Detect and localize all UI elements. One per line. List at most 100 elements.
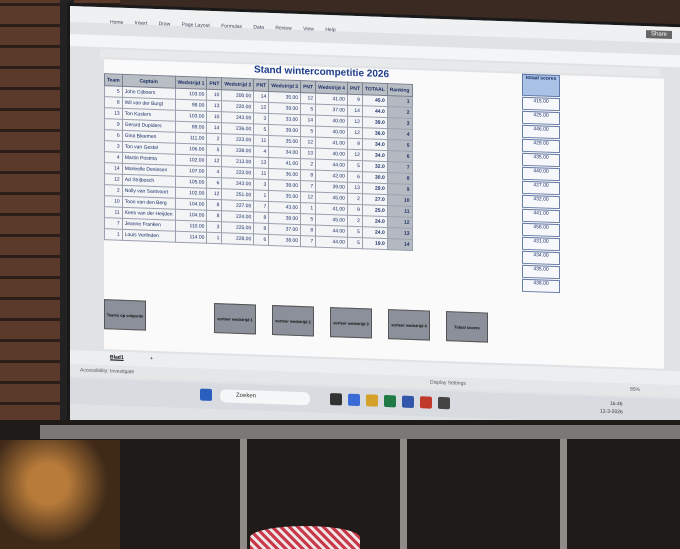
table-cell[interactable]: 14 xyxy=(387,238,412,251)
table-cell[interactable]: 13 xyxy=(104,107,123,120)
table-cell[interactable]: 24.0 xyxy=(362,226,388,239)
table-cell[interactable]: 12 xyxy=(387,216,412,229)
add-sheet-button[interactable]: + xyxy=(150,356,153,362)
share-button[interactable]: Share xyxy=(645,30,672,40)
score-cell[interactable]: 429.00 xyxy=(522,138,560,154)
table-cell[interactable]: Louis Verlinden xyxy=(122,229,176,243)
table-cell[interactable]: 29.0 xyxy=(362,182,388,195)
table-cell[interactable]: 9 xyxy=(347,204,363,216)
table-cell[interactable]: 6 xyxy=(387,150,412,163)
menu-formulas[interactable]: Formulas xyxy=(221,23,242,30)
table-cell[interactable]: 5 xyxy=(387,139,412,152)
chrome-icon[interactable] xyxy=(366,394,378,407)
table-cell[interactable]: 12 xyxy=(300,92,316,105)
table-cell[interactable]: 4 xyxy=(253,145,269,158)
menu-page-layout[interactable]: Page Layout xyxy=(182,22,210,29)
table-cell[interactable]: 8 xyxy=(206,199,222,211)
table-cell[interactable]: 1 xyxy=(387,95,412,108)
score-cell[interactable]: 435.00 xyxy=(522,152,560,168)
table-cell[interactable]: 36.0 xyxy=(362,127,388,140)
table-cell[interactable]: 10 xyxy=(206,111,222,123)
score-cell[interactable]: 435.00 xyxy=(522,264,560,280)
table-cell[interactable]: 44.00 xyxy=(315,236,348,249)
table-cell[interactable]: 12 xyxy=(206,155,222,167)
table-cell[interactable]: 27.0 xyxy=(362,193,388,206)
table-cell[interactable]: 45.0 xyxy=(362,94,388,107)
start-icon[interactable] xyxy=(200,388,212,401)
table-cell[interactable]: 38.00 xyxy=(268,234,301,247)
table-cell[interactable]: 5 xyxy=(300,125,316,138)
table-cell[interactable]: 8 xyxy=(206,210,222,222)
table-cell[interactable]: 7 xyxy=(387,161,412,174)
accessibility-status[interactable]: Accessibility: Investigate xyxy=(80,367,134,375)
table-cell[interactable]: 8 xyxy=(300,224,316,237)
table-cell[interactable]: 1 xyxy=(300,202,316,215)
table-cell[interactable]: 13 xyxy=(253,156,269,169)
settings-icon[interactable] xyxy=(438,396,450,410)
table-cell[interactable]: 30.0 xyxy=(362,171,388,184)
score-cell[interactable]: 458.00 xyxy=(522,222,560,238)
table-cell[interactable]: 2 xyxy=(300,158,316,171)
explorer-icon[interactable] xyxy=(348,393,360,407)
table-cell[interactable]: 3 xyxy=(253,178,269,191)
task-view-icon[interactable] xyxy=(330,393,342,406)
table-cell[interactable]: 5 xyxy=(347,226,363,238)
table-cell[interactable]: 5 xyxy=(300,213,316,226)
search-box[interactable]: Zoeken xyxy=(220,389,310,406)
table-cell[interactable]: 5 xyxy=(347,160,363,172)
table-cell[interactable]: 25.0 xyxy=(362,204,388,217)
table-cell[interactable]: 2 xyxy=(347,193,363,205)
table-cell[interactable]: 114.00 xyxy=(175,231,207,244)
table-cell[interactable]: 9 xyxy=(387,183,412,196)
table-cell[interactable]: 2 xyxy=(347,215,363,227)
score-cell[interactable]: 431.00 xyxy=(522,236,560,252)
table-cell[interactable]: 11 xyxy=(253,134,269,147)
score-cell[interactable]: 427.00 xyxy=(522,180,560,196)
table-cell[interactable]: 3 xyxy=(206,221,222,233)
table-cell[interactable]: 1 xyxy=(206,232,222,244)
table-cell[interactable]: 3 xyxy=(253,112,269,125)
tab-blad1[interactable]: Blad1 xyxy=(110,354,124,360)
table-cell[interactable]: 6 xyxy=(104,129,123,142)
table-cell[interactable]: 7 xyxy=(253,200,269,213)
table-cell[interactable]: 13 xyxy=(387,227,412,240)
menu-insert[interactable]: Insert xyxy=(135,20,148,26)
table-cell[interactable]: 12 xyxy=(347,116,363,128)
menu-home[interactable]: Home xyxy=(110,19,123,25)
menu-review[interactable]: Review xyxy=(275,25,291,32)
table-cell[interactable]: 12 xyxy=(347,127,363,139)
table-cell[interactable]: 39.0 xyxy=(362,116,388,129)
table-cell[interactable]: 12 xyxy=(206,188,222,200)
table-cell[interactable]: 8 xyxy=(253,222,269,235)
table-cell[interactable]: 19.0 xyxy=(362,237,388,250)
table-cell[interactable]: 3 xyxy=(104,140,123,153)
score-cell[interactable]: 441.00 xyxy=(522,208,560,224)
sort-button[interactable]: sorteer wedstrijd 2 xyxy=(272,305,314,337)
table-cell[interactable]: 14 xyxy=(104,162,123,175)
score-cell[interactable]: 434.00 xyxy=(522,250,560,266)
table-cell[interactable]: 34.0 xyxy=(362,149,388,162)
score-cell[interactable]: 438.00 xyxy=(522,278,560,294)
table-cell[interactable]: 5 xyxy=(300,103,316,116)
table-cell[interactable]: 13 xyxy=(347,182,363,194)
sort-button[interactable]: sorteer wedstrijd 1 xyxy=(214,303,256,335)
table-cell[interactable]: 2 xyxy=(387,106,412,119)
table-cell[interactable]: 2 xyxy=(104,184,123,197)
table-cell[interactable]: 6 xyxy=(253,233,269,246)
menu-data[interactable]: Data xyxy=(253,24,264,30)
table-cell[interactable]: 8 xyxy=(253,211,269,224)
table-cell[interactable]: 9 xyxy=(347,138,363,150)
table-cell[interactable]: 6 xyxy=(347,171,363,183)
menu-view[interactable]: View xyxy=(303,26,314,32)
table-cell[interactable]: 9 xyxy=(347,94,363,106)
table-cell[interactable]: 2 xyxy=(206,133,222,145)
table-cell[interactable]: 4 xyxy=(104,151,123,164)
table-cell[interactable]: 1 xyxy=(253,189,269,202)
sort-button[interactable]: Teams op volgorde xyxy=(104,299,146,331)
sort-button[interactable]: sorteer wedstrijd 3 xyxy=(330,307,372,339)
table-cell[interactable]: 7 xyxy=(300,180,316,193)
table-cell[interactable]: 7 xyxy=(300,235,316,248)
table-cell[interactable]: 10 xyxy=(104,195,123,208)
table-cell[interactable]: 228.00 xyxy=(221,232,254,245)
table-cell[interactable]: 14 xyxy=(206,122,222,134)
